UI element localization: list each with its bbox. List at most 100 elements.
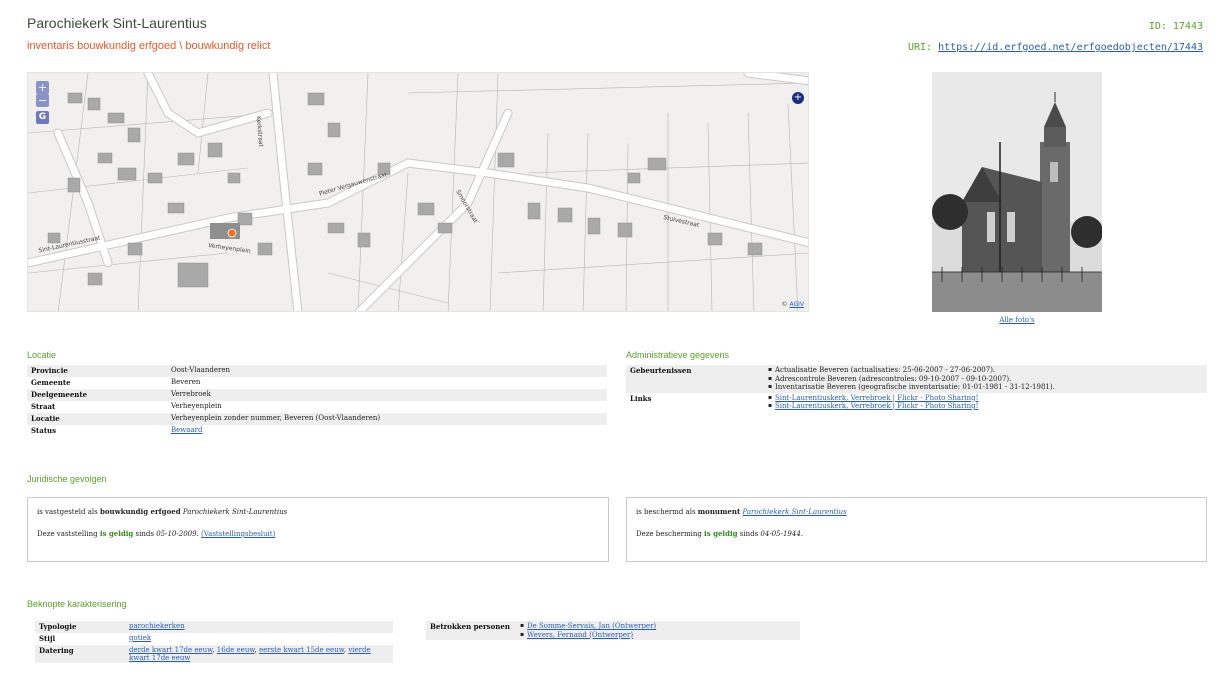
- table-row: Gemeente Beveren: [27, 377, 607, 389]
- text-bold: bouwkundig erfgoed: [99, 507, 181, 516]
- row-key: Datering: [35, 645, 125, 663]
- date: 04-05-1944: [760, 530, 801, 538]
- zoom-out-button[interactable]: −: [36, 94, 49, 107]
- bescherming-box: is beschermd als monument Parochiekerk S…: [626, 497, 1207, 562]
- row-key: Straat: [31, 402, 56, 411]
- page-title: Parochiekerk Sint-Laurentius: [27, 15, 207, 31]
- row-value: Verrebroek: [167, 389, 607, 401]
- row-value-cell: parochiekerken: [125, 621, 393, 633]
- list-item: Sint-Laurentiuskerk, Verrebroek | Flickr…: [768, 394, 1203, 403]
- flickr-link[interactable]: Sint-Laurentiuskerk, Verrebroek | Flickr…: [775, 394, 978, 402]
- uri-label: URI:: [907, 42, 939, 53]
- row-key: Deelgemeente: [27, 389, 167, 401]
- row-value: Beveren: [171, 378, 201, 386]
- list-item: Actualisatie Beveren (actualisaties: 25-…: [768, 366, 1203, 375]
- links-list: Sint-Laurentiuskerk, Verrebroek | Flickr…: [768, 394, 1203, 411]
- locatie-section-title: Locatie: [27, 350, 57, 360]
- table-row: Deelgemeente Verrebroek: [27, 389, 607, 401]
- table-row: Datering derde kwart 17de eeuw, 16de eeuw…: [35, 645, 393, 663]
- vaststellingsbesluit-link[interactable]: (Vaststellingsbesluit): [201, 530, 275, 538]
- row-key: Provincie: [27, 365, 167, 377]
- row-value: Verheyenplein: [171, 402, 222, 410]
- layer-switcher-button[interactable]: +: [792, 92, 804, 104]
- text: is beschermd als: [636, 508, 698, 516]
- locatie-table: Provincie Oost-Vlaanderen Gemeente Beveren…: [27, 365, 607, 437]
- text: sinds: [133, 530, 157, 538]
- list-item: Wevers, Fernand (Ontwerper): [520, 631, 796, 640]
- links-cell: Sint-Laurentiuskerk, Verrebroek | Flickr…: [764, 393, 1207, 412]
- table-row: Status Bewaard: [27, 425, 607, 437]
- personen-list: De Somme-Servais, Jan (Ontwerper) Wevers…: [520, 622, 796, 639]
- text: .: [800, 530, 804, 538]
- row-key: Typologie: [35, 621, 125, 633]
- table-row: Provincie Oost-Vlaanderen: [27, 365, 607, 377]
- karakter-table: Typologie parochiekerken Stijl gotiek Date…: [35, 621, 393, 663]
- stijl-link[interactable]: gotiek: [129, 634, 151, 642]
- table-row: Links Sint-Laurentiuskerk, Verrebroek | …: [626, 393, 1207, 412]
- attribution-link[interactable]: AGIV: [789, 301, 804, 308]
- karakter-section-title: Beknopte karakterisering: [27, 599, 127, 609]
- geolocate-button[interactable]: G: [36, 111, 49, 124]
- datering-link[interactable]: 16de eeuw: [217, 646, 255, 654]
- row-key: Status: [31, 426, 57, 435]
- personen-table: Betrokken personen De Somme-Servais, Jan…: [426, 621, 800, 640]
- status-link[interactable]: Bewaard: [171, 426, 202, 434]
- admin-section-title: Administratieve gegevens: [626, 350, 730, 360]
- typologie-link[interactable]: parochiekerken: [129, 622, 185, 630]
- valid-badge: is geldig: [99, 529, 134, 538]
- list-item: De Somme-Servais, Jan (Ontwerper): [520, 622, 796, 631]
- table-row: Typologie parochiekerken: [35, 621, 393, 633]
- table-row: Gebeurtenissen Actualisatie Beveren (act…: [626, 365, 1207, 393]
- list-item: Adrescontrole Beveren (adrescontroles: 0…: [768, 375, 1203, 384]
- map-canvas[interactable]: [28, 73, 809, 312]
- table-row: Straat Verheyenplein: [27, 401, 607, 413]
- row-key: Stijl: [39, 634, 56, 643]
- all-photos-link[interactable]: Alle foto's: [932, 316, 1102, 324]
- vaststelling-line: is vastgesteld als bouwkundig erfgoed Pa…: [37, 507, 599, 517]
- text: Deze bescherming: [636, 530, 705, 538]
- datering-link[interactable]: derde kwart 17de eeuw: [129, 646, 212, 654]
- text: is vastgesteld als: [37, 508, 100, 516]
- person-link[interactable]: De Somme-Servais, Jan (Ontwerper): [527, 622, 656, 630]
- location-map[interactable]: Sint-Laurentiusstraat Verheyenplein Piet…: [27, 72, 809, 312]
- text: Deze vaststelling: [37, 530, 100, 538]
- text-bold: monument: [697, 507, 741, 516]
- object-id: ID: 17443: [1148, 21, 1203, 32]
- object-uri: URI: https://id.erfgoed.net/erfgoedobjec…: [908, 42, 1203, 53]
- person-link[interactable]: Wevers, Fernand (Ontwerper): [527, 631, 633, 639]
- row-value-cell: De Somme-Servais, Jan (Ontwerper) Wevers…: [516, 621, 800, 640]
- datering-link[interactable]: eerste kwart 15de eeuw: [259, 646, 344, 654]
- date: 05-10-2009: [156, 530, 197, 538]
- row-key: Locatie: [27, 413, 167, 425]
- table-row: Stijl gotiek: [35, 633, 393, 645]
- valid-badge: is geldig: [704, 529, 738, 538]
- church-photo-image: [932, 72, 1102, 312]
- row-key: Gemeente: [31, 378, 71, 387]
- uri-link[interactable]: https://id.erfgoed.net/erfgoedobjecten/1…: [938, 42, 1203, 53]
- row-key: Betrokken personen: [426, 621, 516, 640]
- bescherming-line: is beschermd als monument Parochiekerk S…: [636, 507, 1197, 517]
- flickr-link[interactable]: Sint-Laurentiuskerk, Verrebroek | Flickr…: [775, 402, 978, 410]
- row-value-cell: Bewaard: [167, 425, 607, 437]
- row-value: Oost-Vlaanderen: [167, 365, 607, 377]
- events-list: Actualisatie Beveren (actualisaties: 25-…: [768, 366, 1203, 392]
- events-cell: Actualisatie Beveren (actualisaties: 25-…: [764, 365, 1207, 393]
- row-value-cell: gotiek: [125, 633, 393, 645]
- monument-link[interactable]: Parochiekerk Sint-Laurentius: [742, 508, 846, 516]
- list-item: Sint-Laurentiuskerk, Verrebroek | Flickr…: [768, 402, 1203, 411]
- row-value: Verheyenplein zonder nummer, Beveren (Oo…: [167, 413, 607, 425]
- row-key: Links: [630, 393, 652, 403]
- admin-table: Gebeurtenissen Actualisatie Beveren (act…: [626, 365, 1207, 412]
- church-marker[interactable]: [227, 228, 237, 238]
- table-row: Locatie Verheyenplein zonder nummer, Beve…: [27, 413, 607, 425]
- table-row: Betrokken personen De Somme-Servais, Jan…: [426, 621, 800, 640]
- row-value-cell: derde kwart 17de eeuw, 16de eeuw, eerste…: [125, 645, 393, 663]
- church-photo[interactable]: [932, 72, 1102, 312]
- map-attribution: © AGIV: [782, 301, 804, 308]
- zoom-in-button[interactable]: +: [36, 81, 49, 94]
- breadcrumb: inventaris bouwkundig erfgoed \ bouwkund…: [27, 40, 271, 52]
- list-item: Inventarisatie Beveren (geografische inv…: [768, 383, 1203, 392]
- text: sinds: [737, 530, 761, 538]
- juridisch-section-title: Juridische gevolgen: [27, 474, 107, 484]
- row-key: Gebeurtenissen: [626, 365, 764, 393]
